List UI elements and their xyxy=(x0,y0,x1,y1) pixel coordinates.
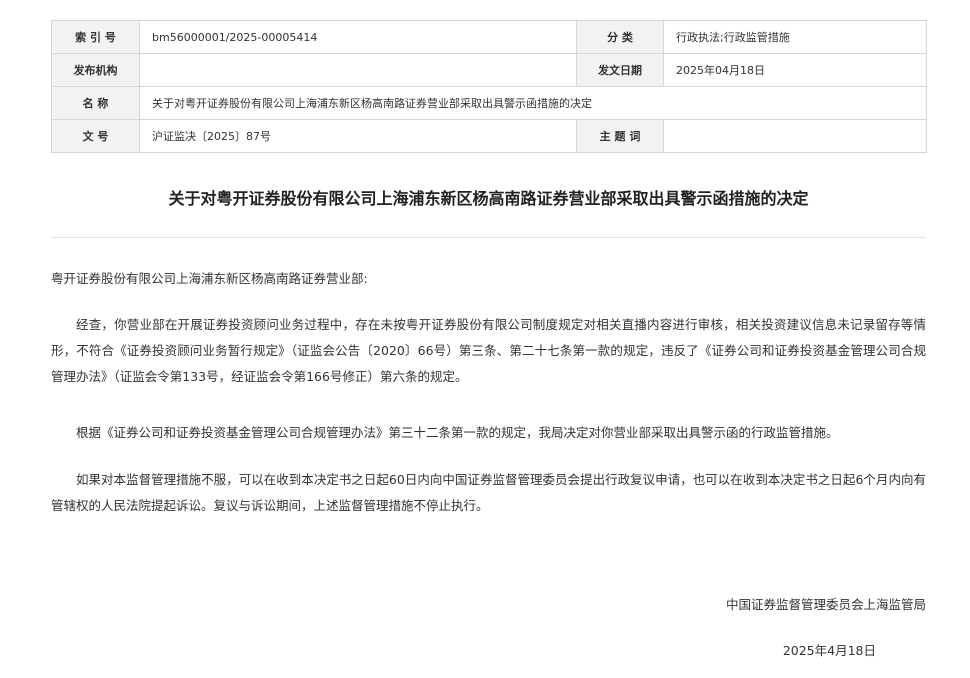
publisher-value xyxy=(139,53,577,87)
signature-date: 2025年4月18日 xyxy=(782,643,876,658)
docno-value: 沪证监决〔2025〕87号 xyxy=(139,119,577,153)
meta-row-docno: 文 号 沪证监决〔2025〕87号 主 题 词 xyxy=(51,119,927,153)
name-label: 名 称 xyxy=(51,86,140,120)
title-divider xyxy=(51,237,926,238)
index-value: bm56000001/2025-00005414 xyxy=(139,20,577,54)
category-value: 行政执法;行政监管措施 xyxy=(663,20,927,54)
date-label: 发文日期 xyxy=(576,53,664,87)
subject-label: 主 题 词 xyxy=(576,119,664,153)
category-label: 分 类 xyxy=(576,20,664,54)
name-value: 关于对粤开证券股份有限公司上海浦东新区杨高南路证券营业部采取出具警示函措施的决定 xyxy=(139,86,927,120)
issuing-authority-signature: 中国证券监督管理委员会上海监管局 xyxy=(725,597,926,612)
document-title: 关于对粤开证券股份有限公司上海浦东新区杨高南路证券营业部采取出具警示函措施的决定 xyxy=(168,189,809,208)
index-label: 索 引 号 xyxy=(51,20,140,54)
addressee: 粤开证券股份有限公司上海浦东新区杨高南路证券营业部: xyxy=(51,271,368,286)
body-paragraph-decision: 根据《证券公司和证券投资基金管理公司合规管理办法》第三十二条第一款的规定，我局决… xyxy=(76,425,839,440)
publisher-label: 发布机构 xyxy=(51,53,140,87)
subject-value xyxy=(663,119,927,153)
meta-row-index: 索 引 号 bm56000001/2025-00005414 分 类 行政执法;… xyxy=(51,20,927,54)
meta-row-name: 名 称 关于对粤开证券股份有限公司上海浦东新区杨高南路证券营业部采取出具警示函措… xyxy=(51,86,927,120)
body-paragraph-appeal: 如果对本监督管理措施不服，可以在收到本决定书之日起60日内向中国证券监督管理委员… xyxy=(51,472,926,513)
date-value: 2025年04月18日 xyxy=(663,53,927,87)
body-paragraph-findings: 经查，你营业部在开展证券投资顾问业务过程中，存在未按粤开证券股份有限公司制度规定… xyxy=(51,317,926,384)
document-meta-table: 索 引 号 bm56000001/2025-00005414 分 类 行政执法;… xyxy=(51,20,927,153)
meta-row-publisher: 发布机构 发文日期 2025年04月18日 xyxy=(51,53,927,87)
docno-label: 文 号 xyxy=(51,119,140,153)
